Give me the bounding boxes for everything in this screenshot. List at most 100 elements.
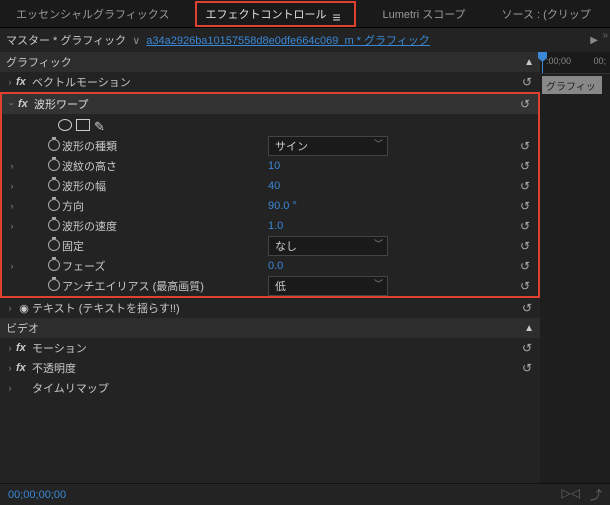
- pinning-select[interactable]: なし: [268, 236, 388, 256]
- stopwatch-icon[interactable]: [46, 199, 62, 214]
- ruler-tick: :00;00: [546, 56, 571, 66]
- master-separator: ∨: [132, 34, 140, 47]
- tab-overflow-icon[interactable]: »: [602, 30, 608, 41]
- stopwatch-icon[interactable]: [46, 159, 62, 174]
- ruler-tick: 00;: [593, 56, 606, 66]
- expand-caret[interactable]: ›: [4, 343, 16, 353]
- fx-opacity-label: 不透明度: [32, 360, 84, 376]
- fx-badge[interactable]: fx: [16, 362, 32, 374]
- wave-height-value[interactable]: 10: [268, 160, 280, 172]
- prop-wave-speed: › 波形の速度 1.0 ↺: [2, 216, 538, 236]
- fx-badge[interactable]: fx: [16, 342, 32, 354]
- stopwatch-icon[interactable]: [46, 239, 62, 254]
- prop-direction: › 方向 90.0 ° ↺: [2, 196, 538, 216]
- reset-icon[interactable]: ↺: [520, 199, 534, 213]
- reset-icon[interactable]: ↺: [520, 97, 534, 111]
- timeline-ruler[interactable]: :00;00 00;: [540, 52, 610, 74]
- playhead[interactable]: [542, 52, 543, 73]
- stopwatch-icon[interactable]: [46, 179, 62, 194]
- effect-controls-panel: グラフィック ▲ › fx ベクトルモーション ↺ › fx 波形ワープ ↺ ✎: [0, 52, 540, 483]
- wave-speed-value[interactable]: 1.0: [268, 220, 283, 232]
- fx-text-row[interactable]: › ◉ テキスト (テキストを揺らす!!) ↺: [0, 298, 540, 318]
- clip-link[interactable]: a34a2926ba10157558d8e0dfe664c069_m * グラフ…: [146, 32, 430, 48]
- play-arrow-icon[interactable]: ▶: [590, 35, 598, 46]
- fx-wave-warp-row[interactable]: › fx 波形ワープ ↺: [2, 94, 538, 114]
- tab-source[interactable]: ソース : (クリップ: [492, 0, 601, 28]
- antialias-select[interactable]: 低: [268, 276, 388, 296]
- fx-wave-warp-label: 波形ワープ: [34, 96, 96, 112]
- expand-caret[interactable]: ›: [6, 221, 18, 231]
- prop-wave-width: › 波形の幅 40 ↺: [2, 176, 538, 196]
- fx-badge[interactable]: fx: [18, 98, 34, 110]
- fx-vector-motion-label: ベクトルモーション: [32, 74, 139, 90]
- phase-value[interactable]: 0.0: [268, 260, 283, 272]
- wave-height-label: 波紋の高さ: [62, 158, 125, 174]
- reset-icon[interactable]: ↺: [522, 361, 536, 375]
- reset-icon[interactable]: ↺: [520, 179, 534, 193]
- antialias-label: アンチエイリアス (最高画質): [62, 278, 212, 294]
- section-graphic[interactable]: グラフィック ▲: [0, 52, 540, 72]
- expand-caret[interactable]: ›: [6, 201, 18, 211]
- ellipse-mask-icon[interactable]: [58, 119, 72, 131]
- timeline-strip[interactable]: :00;00 00; グラフィック: [540, 52, 610, 483]
- visibility-icon[interactable]: ◉: [16, 302, 32, 315]
- wave-type-label: 波形の種類: [62, 138, 125, 154]
- export-icon[interactable]: ⤴: [590, 486, 602, 503]
- section-graphic-label: グラフィック: [6, 54, 72, 70]
- fx-opacity-row[interactable]: › fx 不透明度 ↺: [0, 358, 540, 378]
- collapse-icon[interactable]: ▲: [524, 323, 534, 334]
- expand-caret[interactable]: ›: [7, 98, 17, 110]
- panel-tab-bar: エッセンシャルグラフィックス エフェクトコントロール Lumetri スコープ …: [0, 0, 610, 28]
- wave-width-value[interactable]: 40: [268, 180, 280, 192]
- play-only-icon[interactable]: ▷◁: [562, 486, 580, 503]
- expand-caret[interactable]: ›: [4, 77, 16, 87]
- mask-shape-toolbar: ✎: [2, 114, 538, 136]
- rectangle-mask-icon[interactable]: [76, 119, 90, 131]
- expand-caret[interactable]: ›: [6, 261, 18, 271]
- pen-mask-icon[interactable]: ✎: [94, 119, 108, 131]
- tab-lumetri-scopes[interactable]: Lumetri スコープ: [372, 0, 475, 28]
- fx-motion-row[interactable]: › fx モーション ↺: [0, 338, 540, 358]
- expand-caret[interactable]: ›: [4, 383, 16, 393]
- wave-warp-highlight: › fx 波形ワープ ↺ ✎ 波形の種類 サ: [0, 92, 540, 298]
- panel-menu-icon[interactable]: [332, 9, 346, 19]
- wave-width-label: 波形の幅: [62, 178, 114, 194]
- prop-pinning: 固定 なし ↺: [2, 236, 538, 256]
- expand-caret[interactable]: ›: [4, 363, 16, 373]
- fx-motion-label: モーション: [32, 340, 95, 356]
- fx-time-remap-row[interactable]: › fx タイムリマップ: [0, 378, 540, 398]
- wave-type-select[interactable]: サイン: [268, 136, 388, 156]
- reset-icon[interactable]: ↺: [520, 239, 534, 253]
- tab-essential-graphics[interactable]: エッセンシャルグラフィックス: [6, 0, 179, 28]
- reset-icon[interactable]: ↺: [522, 301, 536, 315]
- prop-wave-height: › 波紋の高さ 10 ↺: [2, 156, 538, 176]
- section-video[interactable]: ビデオ ▲: [0, 318, 540, 338]
- stopwatch-icon[interactable]: [46, 219, 62, 234]
- collapse-icon[interactable]: ▲: [524, 57, 534, 68]
- stopwatch-icon[interactable]: [46, 259, 62, 274]
- footer-icons: ▷◁ ⤴: [562, 486, 602, 503]
- expand-caret[interactable]: ›: [6, 161, 18, 171]
- stopwatch-icon[interactable]: [46, 139, 62, 154]
- direction-value[interactable]: 90.0 °: [268, 200, 297, 212]
- expand-caret[interactable]: ›: [6, 181, 18, 191]
- reset-icon[interactable]: ↺: [520, 159, 534, 173]
- current-timecode[interactable]: 00;00;00;00: [8, 489, 66, 501]
- expand-caret[interactable]: ›: [4, 303, 16, 313]
- reset-icon[interactable]: ↺: [520, 279, 534, 293]
- reset-icon[interactable]: ↺: [522, 341, 536, 355]
- tab-effect-controls-highlighted[interactable]: エフェクトコントロール: [195, 1, 356, 27]
- fx-time-remap-label: タイムリマップ: [32, 380, 117, 396]
- stopwatch-icon[interactable]: [46, 279, 62, 294]
- reset-icon[interactable]: ↺: [522, 75, 536, 89]
- clip-bar[interactable]: グラフィック: [542, 76, 602, 94]
- direction-label: 方向: [62, 198, 92, 214]
- reset-icon[interactable]: ↺: [520, 219, 534, 233]
- reset-icon[interactable]: ↺: [520, 139, 534, 153]
- prop-wave-type: 波形の種類 サイン ↺: [2, 136, 538, 156]
- reset-icon[interactable]: ↺: [520, 259, 534, 273]
- fx-badge[interactable]: fx: [16, 76, 32, 88]
- fx-vector-motion-row[interactable]: › fx ベクトルモーション ↺: [0, 72, 540, 92]
- master-clip-row: マスター * グラフィック ∨ a34a2926ba10157558d8e0df…: [0, 28, 610, 52]
- section-video-label: ビデオ: [6, 320, 39, 336]
